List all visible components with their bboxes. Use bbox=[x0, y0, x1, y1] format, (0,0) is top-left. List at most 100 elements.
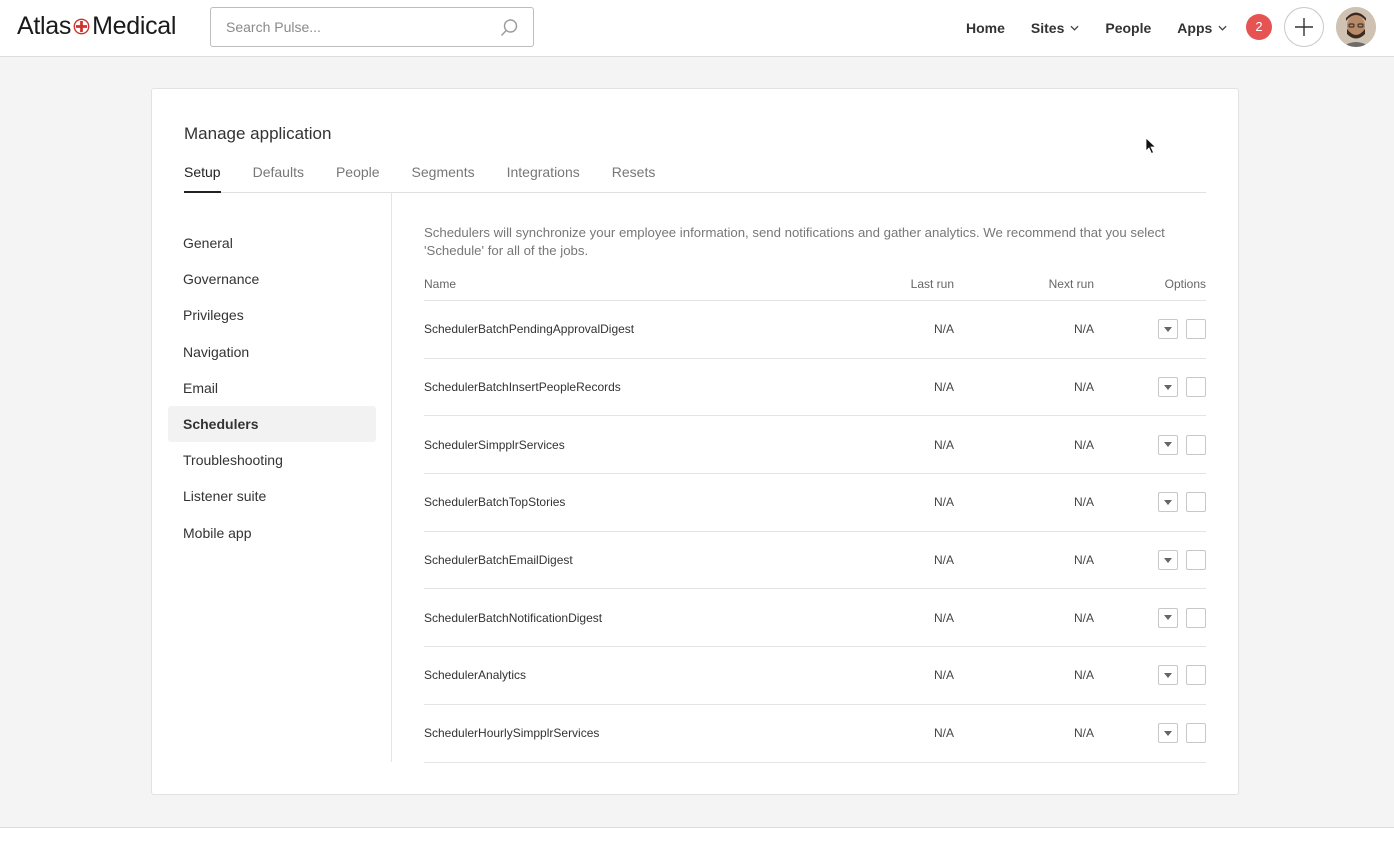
last-run-value: N/A bbox=[933, 495, 954, 510]
schedule-dropdown-button[interactable] bbox=[1158, 607, 1178, 628]
caret-down-icon bbox=[1164, 499, 1172, 505]
sidebar-item-general[interactable]: General bbox=[168, 225, 376, 261]
row-options bbox=[1094, 319, 1206, 340]
plus-icon bbox=[1295, 18, 1313, 36]
nav-people-label: People bbox=[1105, 20, 1152, 36]
sidebar-item-email[interactable]: Email bbox=[168, 370, 376, 406]
nav-sites[interactable]: Sites bbox=[1031, 20, 1079, 36]
scheduler-name: SchedulerAnalytics bbox=[424, 668, 527, 683]
column-header-last-run: Last run bbox=[910, 276, 954, 291]
schedulers-description: Schedulers will synchronize your employe… bbox=[424, 225, 1165, 258]
nav-people[interactable]: People bbox=[1105, 20, 1151, 36]
notification-badge[interactable]: 2 bbox=[1246, 14, 1272, 40]
next-run-value: N/A bbox=[1073, 668, 1094, 683]
search-input[interactable] bbox=[211, 8, 481, 46]
row-options bbox=[1094, 723, 1206, 744]
row-checkbox[interactable] bbox=[1186, 492, 1206, 513]
caret-down-icon bbox=[1164, 672, 1172, 678]
tab-people[interactable]: People bbox=[336, 164, 380, 193]
footer bbox=[0, 827, 1394, 864]
row-checkbox[interactable] bbox=[1186, 319, 1206, 340]
scheduler-name: SchedulerBatchNotificationDigest bbox=[424, 610, 603, 625]
caret-down-icon bbox=[1164, 442, 1172, 448]
next-run-value: N/A bbox=[1073, 437, 1094, 452]
main-nav: Home Sites People Apps bbox=[966, 0, 1227, 56]
scheduler-name: SchedulerBatchTopStories bbox=[424, 495, 566, 510]
user-avatar-icon bbox=[1336, 7, 1376, 47]
scheduler-name: SchedulerBatchPendingApprovalDigest bbox=[424, 322, 635, 337]
row-options bbox=[1094, 550, 1206, 571]
mouse-cursor-icon bbox=[1145, 137, 1157, 155]
sidebar-item-governance[interactable]: Governance bbox=[168, 261, 376, 297]
nav-apps-label: Apps bbox=[1177, 20, 1213, 36]
logo[interactable]: Atlas Medical bbox=[17, 12, 176, 41]
table-body: SchedulerBatchPendingApprovalDigest N/A N/… bbox=[424, 301, 1206, 763]
schedule-dropdown-button[interactable] bbox=[1158, 665, 1178, 686]
row-options bbox=[1094, 607, 1206, 628]
last-run-value: N/A bbox=[933, 610, 954, 625]
nav-apps[interactable]: Apps bbox=[1177, 20, 1227, 36]
scheduler-name: SchedulerSimpplrServices bbox=[424, 437, 565, 452]
table-row: SchedulerAnalytics N/A N/A bbox=[424, 647, 1206, 705]
schedulers-table: Name Last run Next run Options Scheduler… bbox=[424, 267, 1206, 763]
last-run-value: N/A bbox=[933, 322, 954, 337]
row-checkbox[interactable] bbox=[1186, 377, 1206, 398]
scheduler-name: SchedulerBatchInsertPeopleRecords bbox=[424, 380, 621, 395]
schedule-dropdown-button[interactable] bbox=[1158, 550, 1178, 571]
nav-home[interactable]: Home bbox=[966, 20, 1005, 36]
sidebar-item-privileges[interactable]: Privileges bbox=[168, 297, 376, 333]
next-run-value: N/A bbox=[1073, 495, 1094, 510]
schedule-dropdown-button[interactable] bbox=[1158, 723, 1178, 744]
logo-text-left: Atlas bbox=[17, 12, 72, 40]
row-checkbox[interactable] bbox=[1186, 550, 1206, 571]
chevron-down-icon bbox=[1218, 25, 1227, 31]
search-icon[interactable] bbox=[499, 18, 519, 38]
sidebar-item-schedulers[interactable]: Schedulers bbox=[168, 405, 376, 442]
row-checkbox[interactable] bbox=[1186, 434, 1206, 455]
setup-sidebar: General Governance Privileges Navigation… bbox=[168, 225, 376, 551]
row-options bbox=[1094, 492, 1206, 513]
tab-integrations[interactable]: Integrations bbox=[507, 164, 580, 193]
medical-cross-icon bbox=[73, 18, 90, 35]
table-row: SchedulerBatchInsertPeopleRecords N/A N/A bbox=[424, 359, 1206, 417]
scheduler-name: SchedulerHourlySimpplrServices bbox=[424, 726, 600, 741]
row-checkbox[interactable] bbox=[1186, 723, 1206, 744]
schedule-dropdown-button[interactable] bbox=[1158, 492, 1178, 513]
logo-text-right: Medical bbox=[92, 12, 177, 40]
row-checkbox[interactable] bbox=[1186, 607, 1206, 628]
schedule-dropdown-button[interactable] bbox=[1158, 377, 1178, 398]
vertical-divider bbox=[391, 193, 392, 762]
page-title: Manage application bbox=[184, 124, 332, 143]
next-run-value: N/A bbox=[1073, 553, 1094, 568]
avatar[interactable] bbox=[1336, 7, 1376, 47]
caret-down-icon bbox=[1164, 326, 1172, 332]
schedule-dropdown-button[interactable] bbox=[1158, 434, 1178, 455]
tab-bar: Setup Defaults People Segments Integrati… bbox=[184, 164, 1206, 193]
search-box bbox=[210, 7, 534, 47]
column-header-next-run: Next run bbox=[1048, 276, 1094, 291]
manage-application-card: Manage application Setup Defaults People… bbox=[151, 88, 1239, 795]
caret-down-icon bbox=[1164, 730, 1172, 736]
sidebar-item-navigation[interactable]: Navigation bbox=[168, 334, 376, 370]
tab-segments[interactable]: Segments bbox=[412, 164, 475, 193]
tab-defaults[interactable]: Defaults bbox=[253, 164, 304, 193]
tab-setup[interactable]: Setup bbox=[184, 164, 221, 193]
row-checkbox[interactable] bbox=[1186, 665, 1206, 686]
next-run-value: N/A bbox=[1073, 610, 1094, 625]
column-header-name: Name bbox=[424, 276, 457, 291]
caret-down-icon bbox=[1164, 384, 1172, 390]
row-options bbox=[1094, 377, 1206, 398]
last-run-value: N/A bbox=[933, 437, 954, 452]
nav-home-label: Home bbox=[966, 20, 1005, 36]
table-row: SchedulerSimpplrServices N/A N/A bbox=[424, 416, 1206, 475]
add-button[interactable] bbox=[1284, 7, 1324, 47]
row-options bbox=[1094, 434, 1206, 455]
schedule-dropdown-button[interactable] bbox=[1158, 319, 1178, 340]
sidebar-item-troubleshooting[interactable]: Troubleshooting bbox=[168, 442, 376, 478]
caret-down-icon bbox=[1164, 557, 1172, 563]
sidebar-item-listener-suite[interactable]: Listener suite bbox=[168, 478, 376, 514]
tab-resets[interactable]: Resets bbox=[612, 164, 656, 193]
last-run-value: N/A bbox=[933, 668, 954, 683]
sidebar-item-mobile-app[interactable]: Mobile app bbox=[168, 515, 376, 551]
last-run-value: N/A bbox=[933, 726, 954, 741]
